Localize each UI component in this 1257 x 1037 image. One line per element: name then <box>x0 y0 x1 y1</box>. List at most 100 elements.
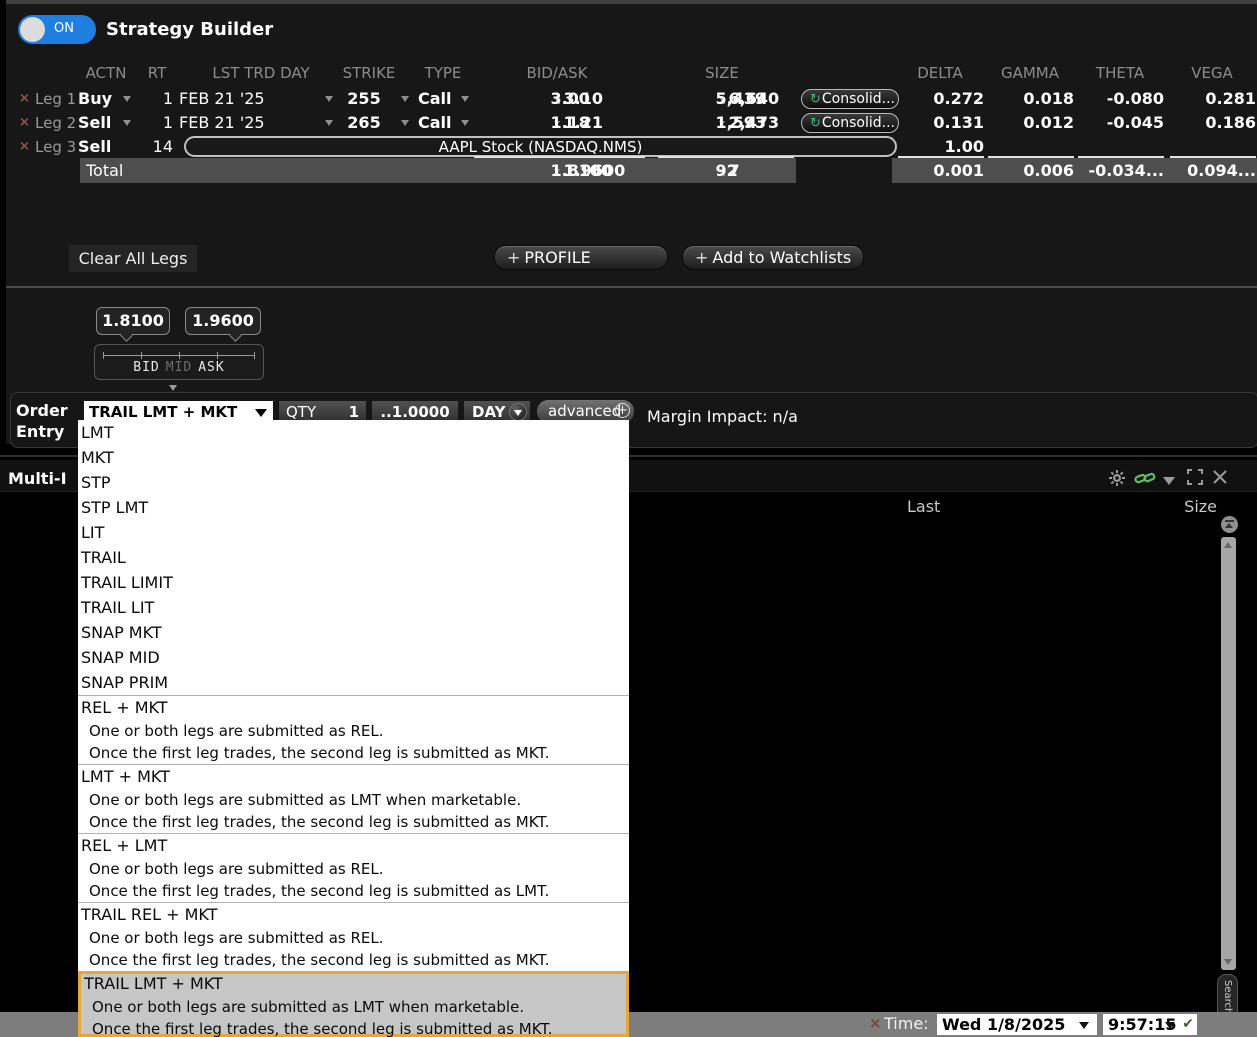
rt-value: 1 <box>144 87 173 111</box>
toggle-knob <box>20 17 45 42</box>
close-icon[interactable] <box>1212 469 1228 489</box>
margin-impact-label: Margin Impact: n/a <box>647 407 798 426</box>
tick <box>217 352 218 359</box>
expand-icon[interactable] <box>1187 469 1203 489</box>
action-select[interactable]: Sell <box>78 135 122 159</box>
total-vega: 0.094... <box>1168 158 1256 183</box>
strike-select[interactable]: 265 <box>336 111 392 135</box>
dropdown-item[interactable]: TRAIL <box>78 545 629 570</box>
time-input[interactable]: 9:57:15 ✔ <box>1103 1014 1197 1035</box>
action-select[interactable]: Sell <box>78 111 122 135</box>
dropdown-item[interactable]: MKT <box>78 445 629 470</box>
date-input[interactable]: Wed 1/8/2025 <box>937 1014 1097 1035</box>
last-trade-day-select[interactable]: FEB 21 '25 <box>179 111 319 135</box>
column-header-delta: DELTA <box>896 64 984 84</box>
dropdown-item[interactable]: LMT <box>78 420 629 445</box>
column-header-vega: VEGA <box>1168 64 1256 84</box>
tick <box>254 352 255 359</box>
dropdown-item[interactable]: SNAP MKT <box>78 620 629 645</box>
dropdown-group-item[interactable]: TRAIL REL + MKT One or both legs are sub… <box>78 902 629 971</box>
instrument-pill[interactable]: AAPL Stock (NASDAQ.NMS) <box>184 136 897 157</box>
divider <box>6 286 1257 288</box>
column-header-size: Size <box>1160 497 1217 516</box>
dropdown-item[interactable]: STP <box>78 470 629 495</box>
column-header-theta: THETA <box>1076 64 1164 84</box>
leg-row-1: × Leg 1 Buy 1 FEB 21 '25 255 Call 3.00x3… <box>6 87 1257 111</box>
size-value: 5,439x6,640 <box>641 87 803 111</box>
type-select[interactable]: Call <box>418 87 458 111</box>
link-icon[interactable] <box>1134 471 1156 490</box>
chevron-down-icon[interactable] <box>1163 477 1175 485</box>
theta-value: -0.080 <box>1076 87 1164 111</box>
arrow-down-icon <box>1224 959 1232 965</box>
bid-price-button[interactable]: 1.8100 <box>96 307 170 335</box>
bid-mid-ask-slider[interactable]: BIDMIDASK <box>94 344 264 380</box>
gamma-value: 0.012 <box>986 111 1074 135</box>
strategy-builder-panel: ON Strategy Builder ACTN RT LST TRD DAY … <box>6 0 1257 444</box>
dropdown-group-item[interactable]: REL + MKT One or both legs are submitted… <box>78 695 629 764</box>
order-type-dropdown: LMT MKT STP STP LMT LIT TRAIL TRAIL LIMI… <box>78 420 629 1037</box>
scroll-to-top-button[interactable] <box>1221 516 1238 533</box>
dropdown-group-item[interactable]: REL + LMT One or both legs are submitted… <box>78 833 629 902</box>
panel-title: Multi-I <box>8 469 67 488</box>
total-theta: -0.034... <box>1076 158 1164 183</box>
dropdown-item[interactable]: STP LMT <box>78 495 629 520</box>
consolidator-button[interactable]: ↻Consolid... <box>801 89 899 109</box>
action-select[interactable]: Buy <box>78 87 122 111</box>
arrow-up-icon <box>1225 523 1233 528</box>
chevron-down-icon <box>509 403 527 421</box>
chevron-down-icon <box>169 385 177 391</box>
arrow-up-icon <box>1224 542 1232 548</box>
remove-leg-icon[interactable]: × <box>19 111 33 135</box>
remove-leg-icon[interactable]: × <box>19 135 33 159</box>
clear-all-legs-button[interactable]: Clear All Legs <box>69 245 197 272</box>
profile-button[interactable]: +PROFILE <box>494 245 668 270</box>
column-header-strike: STRIKE <box>336 64 402 84</box>
tick <box>141 352 142 359</box>
last-trade-day-select[interactable]: FEB 21 '25 <box>179 87 319 111</box>
tick <box>179 352 180 359</box>
total-bid-ask: 1.8100x1.9600 <box>476 158 638 183</box>
chevron-down-icon <box>255 409 267 417</box>
strategy-builder-toggle[interactable]: ON <box>18 15 96 44</box>
dropdown-item[interactable]: SNAP MID <box>78 645 629 670</box>
dropdown-group-item[interactable]: LMT + MKT One or both legs are submitted… <box>78 764 629 833</box>
column-header-lst-trd-day: LST TRD DAY <box>201 64 321 84</box>
bid-ask-value: 1.18x1.21 <box>476 111 638 135</box>
close-time-icon[interactable]: × <box>869 1014 882 1032</box>
type-select[interactable]: Call <box>418 111 458 135</box>
total-delta: 0.001 <box>896 158 984 183</box>
time-label: Time: <box>884 1014 929 1033</box>
remove-leg-icon[interactable]: × <box>19 87 33 111</box>
delta-value: 0.131 <box>896 111 984 135</box>
search-tab-label: Search <box>1222 980 1233 1014</box>
vega-value: 0.186 <box>1168 111 1256 135</box>
theta-value: -0.045 <box>1076 111 1164 135</box>
add-to-watchlists-button[interactable]: +Add to Watchlists <box>682 245 864 270</box>
dropdown-item[interactable]: LIT <box>78 520 629 545</box>
app-window: ON Strategy Builder ACTN RT LST TRD DAY … <box>0 0 1257 1037</box>
strike-select[interactable]: 255 <box>336 87 392 111</box>
leg-label: Leg 1 <box>35 87 79 111</box>
chevron-down-icon <box>1079 1022 1089 1029</box>
scrollbar-thumb[interactable] <box>1221 537 1236 970</box>
vega-value: 0.281 <box>1168 87 1256 111</box>
dropdown-item[interactable]: TRAIL LIMIT <box>78 570 629 595</box>
consolidator-button[interactable]: ↻Consolid... <box>801 113 899 133</box>
leg-label: Leg 3 <box>35 135 79 159</box>
plus-icon: + <box>507 248 520 267</box>
total-label: Total <box>86 158 123 183</box>
column-header-last: Last <box>907 497 940 516</box>
column-header-actn: ACTN <box>78 64 134 84</box>
gear-icon[interactable] <box>1108 469 1126 491</box>
rt-value: 1 <box>144 111 173 135</box>
dropdown-item[interactable]: TRAIL LIT <box>78 595 629 620</box>
dropdown-item[interactable]: SNAP PRIM <box>78 670 629 695</box>
check-icon: ✔ <box>1182 1014 1194 1035</box>
ask-price-button[interactable]: 1.9600 <box>185 307 261 335</box>
dropdown-group-item-selected[interactable]: TRAIL LMT + MKT One or both legs are sub… <box>78 971 629 1037</box>
slider-labels: BIDMIDASK <box>95 360 263 375</box>
page-title: Strategy Builder <box>106 19 273 40</box>
chevron-down-icon <box>1165 1022 1175 1029</box>
column-header-type: TYPE <box>414 64 472 84</box>
